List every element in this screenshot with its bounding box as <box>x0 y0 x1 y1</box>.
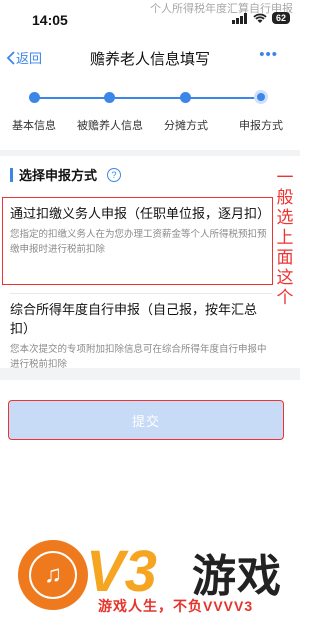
help-icon[interactable]: ? <box>107 167 122 182</box>
step-dot-2 <box>104 92 115 103</box>
annotation-char: 选 <box>276 208 294 227</box>
signal-icon <box>231 12 247 24</box>
option-desc: 您指定的扣缴义务人在为您办理工资薪金等个人所得税预扣预缴申报时进行税前扣除 <box>10 229 267 255</box>
annotation-char: 个 <box>276 288 294 307</box>
annotation-text: 一 般 选 上 面 这 个 <box>276 168 294 308</box>
option-self-declare[interactable]: 综合所得年度自行申报（自己报，按年汇总扣） 您本次提交的专项附加扣除信息可在综合… <box>10 300 268 372</box>
step-line <box>34 97 262 99</box>
annotation-char: 面 <box>276 248 294 267</box>
section-title: 选择申报方式 <box>19 168 98 183</box>
annotation-char: 般 <box>276 188 294 207</box>
step-label-basic: 基本信息 <box>12 120 56 132</box>
logo-emblem: ♫ <box>18 540 88 610</box>
step-label-dependent: 被赡养人信息 <box>77 120 143 132</box>
section-header: 选择申报方式 ? <box>10 165 122 184</box>
logo-slogan: 游戏人生，不负VVVV3 <box>98 598 254 614</box>
status-time: 14:05 <box>32 12 68 28</box>
wifi-icon <box>253 13 267 23</box>
step-label-split: 分摊方式 <box>164 120 208 132</box>
status-icons: 62 <box>231 12 290 24</box>
option-title: 综合所得年度自行申报（自己报，按年汇总扣） <box>10 302 258 336</box>
progress-steps: 基本信息 被赡养人信息 分摊方式 申报方式 <box>0 80 300 140</box>
divider <box>10 293 272 294</box>
annotation-char: 这 <box>276 268 294 287</box>
step-label-declare: 申报方式 <box>239 120 283 132</box>
status-bar: 14:05 个人所得税年度汇算自行申报 62 <box>0 0 300 40</box>
section-gap <box>0 368 300 380</box>
option-title: 通过扣缴义务人申报（任职单位报，逐月扣） <box>10 206 271 221</box>
logo-title: 游戏 <box>192 552 282 601</box>
nav-bar: 返回 赡养老人信息填写 ••• <box>0 40 300 74</box>
section-accent-bar <box>10 167 13 182</box>
section-gap <box>0 150 300 156</box>
logo-v3: V3 <box>86 539 157 604</box>
page-title: 赡养老人信息填写 <box>89 51 210 68</box>
step-dot-3 <box>180 92 191 103</box>
annotation-char: 一 <box>276 168 294 187</box>
annotation-char: 上 <box>276 228 294 247</box>
music-note-icon: ♫ <box>29 551 77 599</box>
step-dot-4 <box>254 90 268 104</box>
watermark-logo: ♫ V3 游戏 游戏人生，不负VVVV3 <box>0 532 300 619</box>
more-icon[interactable]: ••• <box>259 46 278 63</box>
battery-icon: 62 <box>271 12 290 24</box>
option-withholding[interactable]: 通过扣缴义务人申报（任职单位报，逐月扣） 您指定的扣缴义务人在为您办理工资薪金等… <box>10 204 271 257</box>
submit-button[interactable]: 提交 <box>8 400 284 440</box>
step-dot-1 <box>29 92 40 103</box>
